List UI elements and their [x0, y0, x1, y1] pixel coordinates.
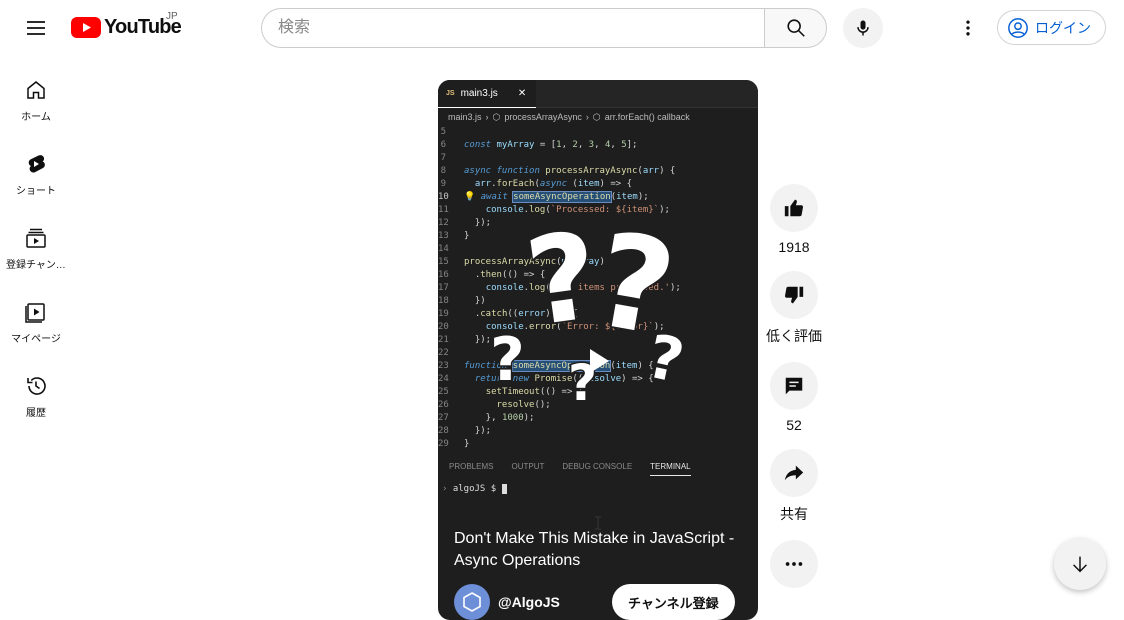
sidebar-item-label: マイページ [11, 334, 61, 345]
comment-icon [785, 377, 803, 395]
horizontal-dots-icon [785, 562, 803, 566]
share-button[interactable] [770, 449, 818, 497]
channel-logo-icon [463, 592, 481, 612]
top-bar: YouTube JP ログイン [0, 0, 1124, 56]
region-code: JP [166, 11, 178, 22]
hamburger-menu-icon [27, 21, 45, 35]
search-bar [261, 8, 827, 48]
panel-tab-debug-console: DEBUG CONSOLE [562, 462, 633, 471]
dislike-button[interactable] [770, 271, 818, 319]
shorts-action-bar: 1918 低く評価 52 共有 [766, 184, 822, 604]
settings-more-button[interactable] [948, 8, 988, 48]
terminal-line: › algoJS $ [442, 484, 508, 494]
js-file-icon: JS [446, 89, 455, 97]
mini-guide-sidebar: ホーム ショート 登録チャンネル マイページ 履歴 [4, 62, 68, 432]
more-actions-button[interactable] [770, 540, 818, 588]
sidebar-item-you[interactable]: マイページ [4, 284, 68, 358]
account-circle-icon [1008, 17, 1028, 38]
subscriptions-icon [26, 228, 46, 248]
editor-panel-tabs: PROBLEMS OUTPUT DEBUG CONSOLE TERMINAL [438, 460, 758, 480]
panel-tab-terminal: TERMINAL [650, 460, 691, 476]
code-editor: 5 6 const myArray = [1, 2, 3, 4, 5]; 7 8a… [438, 127, 681, 449]
channel-row: @AlgoJS [454, 584, 560, 620]
text-cursor-icon [594, 516, 602, 535]
share-action: 共有 [769, 449, 819, 524]
sidebar-item-label: ショート [16, 186, 56, 197]
sidebar-item-label: 履歴 [26, 408, 46, 419]
next-video-button[interactable] [1054, 538, 1106, 590]
panel-tab-output: OUTPUT [511, 462, 545, 471]
cube-icon: ⬡ [592, 111, 601, 122]
voice-search-button[interactable] [843, 8, 883, 48]
like-action: 1918 [769, 184, 819, 255]
panel-tab-problems: PROBLEMS [449, 462, 494, 471]
comment-action: 52 [769, 362, 819, 433]
breadcrumb-item: arr.forEach() callback [604, 112, 690, 122]
search-icon [786, 19, 805, 37]
like-count: 1918 [778, 239, 810, 255]
thumbs-up-icon [784, 199, 804, 217]
thumbs-down-icon [784, 286, 804, 304]
play-icon [590, 349, 609, 373]
editor-tab-bar: JS main3.js ✕ [438, 80, 758, 108]
channel-name[interactable]: @AlgoJS [498, 594, 560, 610]
terminal-prompt: algoJS $ [452, 484, 497, 494]
more-action [769, 540, 819, 588]
sidebar-item-shorts[interactable]: ショート [4, 136, 68, 210]
sidebar-item-home[interactable]: ホーム [4, 62, 68, 136]
dislike-label: 低く評価 [766, 328, 822, 344]
sidebar-item-label: ホーム [21, 112, 51, 123]
channel-avatar[interactable] [454, 584, 490, 620]
comments-button[interactable] [770, 362, 818, 410]
login-button[interactable]: ログイン [997, 10, 1106, 45]
history-icon [27, 377, 46, 395]
you-icon [25, 303, 45, 323]
login-label: ログイン [1035, 19, 1091, 36]
arrow-down-icon [1073, 556, 1087, 573]
cube-icon: ⬡ [492, 111, 501, 122]
close-icon: ✕ [517, 87, 527, 99]
home-icon [27, 81, 45, 99]
dislike-action: 低く評価 [766, 271, 822, 346]
editor-breadcrumb: main3.js › ⬡ processArrayAsync › ⬡ arr.f… [438, 108, 758, 126]
sidebar-item-history[interactable]: 履歴 [4, 358, 68, 432]
editor-tab-label: main3.js [460, 87, 498, 99]
breadcrumb-item: main3.js [448, 112, 482, 122]
youtube-play-logo-icon [71, 17, 101, 38]
sidebar-item-label: 登録チャンネル [6, 260, 66, 271]
shorts-icon [28, 155, 45, 173]
vertical-dots-icon [966, 20, 970, 36]
search-input[interactable] [261, 8, 764, 48]
microphone-icon [857, 20, 869, 36]
menu-button[interactable] [16, 8, 56, 48]
editor-tab: JS main3.js ✕ [438, 80, 537, 108]
comment-count: 52 [786, 417, 802, 433]
chevron-right-icon: › [485, 112, 489, 122]
search-button[interactable] [764, 8, 827, 48]
sidebar-item-subscriptions[interactable]: 登録チャンネル [4, 210, 68, 284]
subscribe-button[interactable]: チャンネル登録 [612, 584, 735, 620]
share-label: 共有 [780, 506, 808, 522]
play-button[interactable] [564, 338, 634, 384]
youtube-logo[interactable]: YouTube [71, 16, 182, 39]
share-arrow-icon [784, 465, 804, 481]
like-button[interactable] [770, 184, 818, 232]
chevron-right-icon: › [585, 112, 589, 122]
breadcrumb-item: processArrayAsync [504, 112, 582, 122]
